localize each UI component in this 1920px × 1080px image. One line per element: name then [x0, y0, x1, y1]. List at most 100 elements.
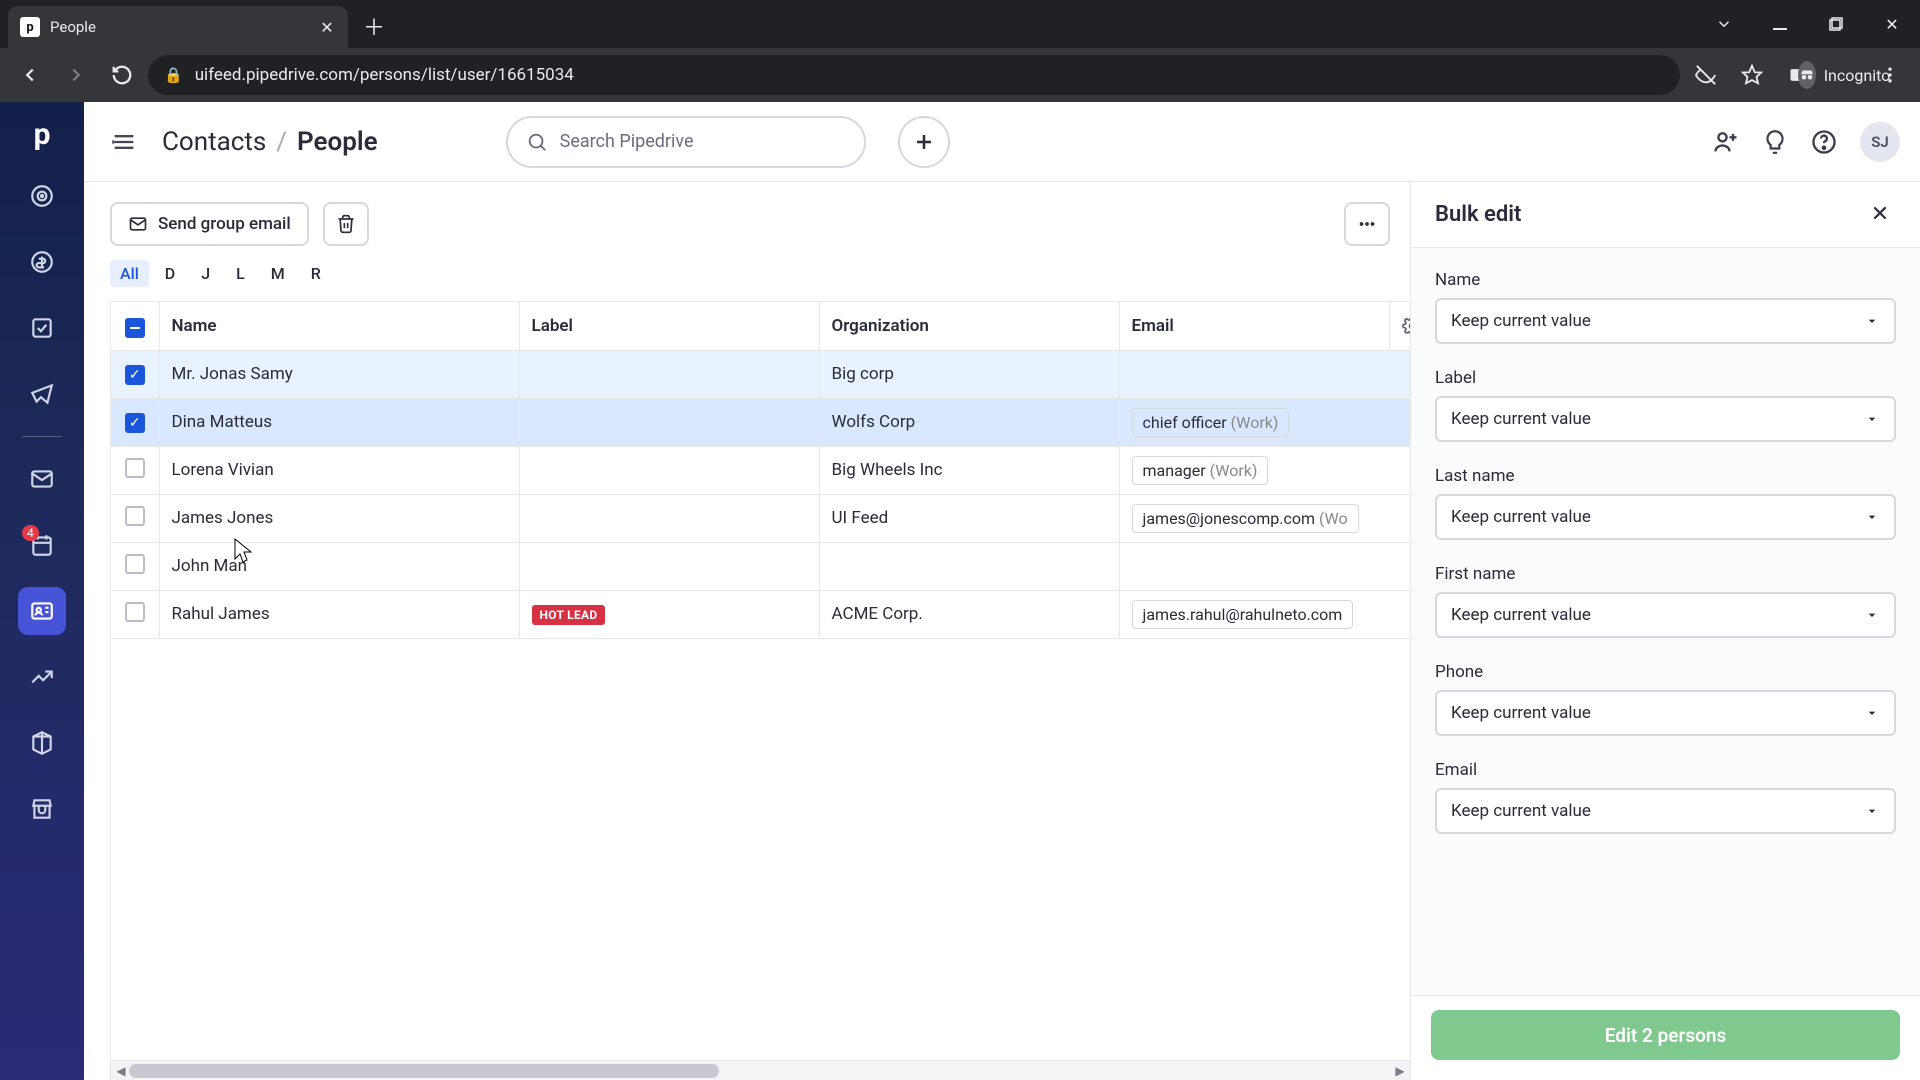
table-row[interactable]: ✓Mr. Jonas Samy Big corp: [111, 350, 1410, 398]
row-checkbox[interactable]: [111, 542, 159, 590]
bulk-field-phone: Phone Keep current value: [1435, 662, 1896, 736]
cell-org[interactable]: ACME Corp.: [819, 590, 1119, 638]
window-maximize-button[interactable]: [1808, 0, 1864, 48]
col-header-email[interactable]: Email: [1119, 302, 1389, 350]
bulk-edit-submit-button[interactable]: Edit 2 persons: [1431, 1010, 1900, 1060]
cell-org[interactable]: Big corp: [819, 350, 1119, 398]
horizontal-scrollbar[interactable]: ◀ ▶: [111, 1060, 1410, 1080]
cell-org[interactable]: Wolfs Corp: [819, 398, 1119, 446]
letter-filter-all[interactable]: All: [110, 260, 149, 287]
send-group-email-label: Send group email: [158, 214, 291, 234]
field-select[interactable]: Keep current value: [1435, 396, 1896, 442]
table-row[interactable]: John Man: [111, 542, 1410, 590]
col-header-org[interactable]: Organization: [819, 302, 1119, 350]
select-all-checkbox[interactable]: [111, 302, 159, 350]
cell-org[interactable]: [819, 542, 1119, 590]
assistant-button[interactable]: [1762, 129, 1788, 155]
scroll-right-icon[interactable]: ▶: [1390, 1061, 1410, 1080]
sidenav-item-leads[interactable]: [18, 172, 66, 220]
panel-close-button[interactable]: ✕: [1864, 199, 1896, 231]
letter-filter-r[interactable]: R: [301, 260, 331, 287]
sidenav-item-contacts[interactable]: [18, 587, 66, 635]
url-input[interactable]: 🔒 uifeed.pipedrive.com/persons/list/user…: [148, 55, 1680, 95]
cell-email[interactable]: james@jonescomp.com (Wo: [1119, 494, 1410, 542]
field-select[interactable]: Keep current value: [1435, 298, 1896, 344]
browser-menu-button[interactable]: [1870, 55, 1910, 95]
nav-forward-button[interactable]: [56, 55, 96, 95]
cell-name[interactable]: Lorena Vivian: [159, 446, 519, 494]
cell-label: [519, 494, 819, 542]
sidenav-item-insights[interactable]: [18, 653, 66, 701]
add-button[interactable]: [898, 116, 950, 168]
tab-close-button[interactable]: ✕: [318, 18, 336, 36]
letter-filter-d[interactable]: D: [155, 260, 185, 287]
field-select[interactable]: Keep current value: [1435, 788, 1896, 834]
sidenav-item-activities[interactable]: 4: [18, 521, 66, 569]
sidenav-item-campaigns[interactable]: [18, 370, 66, 418]
field-select[interactable]: Keep current value: [1435, 494, 1896, 540]
cell-name[interactable]: James Jones: [159, 494, 519, 542]
table-row[interactable]: Rahul JamesHOT LEADACME Corp.james.rahul…: [111, 590, 1410, 638]
row-checkbox[interactable]: ✓: [111, 350, 159, 398]
row-checkbox[interactable]: [111, 590, 159, 638]
bulk-edit-panel: Bulk edit ✕ Name Keep current value Labe…: [1410, 182, 1920, 1080]
table-row[interactable]: Lorena Vivian Big Wheels Incmanager (Work…: [111, 446, 1410, 494]
window-minimize-button[interactable]: [1752, 0, 1808, 48]
cell-name[interactable]: John Man: [159, 542, 519, 590]
avatar[interactable]: SJ: [1860, 122, 1900, 162]
chevron-down-icon: [1864, 803, 1880, 819]
field-select[interactable]: Keep current value: [1435, 690, 1896, 736]
sidenav-item-mail[interactable]: [18, 455, 66, 503]
sidenav-divider: [22, 436, 62, 437]
table-row[interactable]: ✓Dina Matteus Wolfs Corpchief officer (Wo…: [111, 398, 1410, 446]
browser-tab[interactable]: p People ✕: [8, 6, 348, 48]
sidenav-badge: 4: [22, 525, 39, 541]
more-actions-button[interactable]: [1344, 202, 1390, 246]
mail-icon: [128, 214, 148, 234]
cell-org[interactable]: Big Wheels Inc: [819, 446, 1119, 494]
incognito-indicator[interactable]: Incognito: [1824, 55, 1864, 95]
cell-name[interactable]: Rahul James: [159, 590, 519, 638]
row-checkbox[interactable]: [111, 446, 159, 494]
row-checkbox[interactable]: ✓: [111, 398, 159, 446]
help-button[interactable]: [1810, 128, 1838, 156]
cell-email[interactable]: manager (Work): [1119, 446, 1410, 494]
sidenav-item-projects[interactable]: [18, 304, 66, 352]
col-header-name[interactable]: Name: [159, 302, 519, 350]
new-tab-button[interactable]: ＋: [356, 8, 392, 44]
breadcrumb-root[interactable]: Contacts: [162, 127, 266, 157]
cell-org[interactable]: UI Feed: [819, 494, 1119, 542]
delete-button[interactable]: [323, 202, 369, 246]
letter-filter-l[interactable]: L: [226, 260, 255, 287]
sidenav-item-deals[interactable]: [18, 238, 66, 286]
sidebar-toggle-button[interactable]: [104, 122, 144, 162]
app-logo-icon[interactable]: p: [22, 114, 62, 154]
cell-name[interactable]: Dina Matteus: [159, 398, 519, 446]
cell-email[interactable]: chief officer (Work): [1119, 398, 1410, 446]
scrollbar-thumb[interactable]: [129, 1064, 719, 1078]
field-select[interactable]: Keep current value: [1435, 592, 1896, 638]
tabs-dropdown-icon[interactable]: [1696, 0, 1752, 48]
cell-name[interactable]: Mr. Jonas Samy: [159, 350, 519, 398]
cell-email[interactable]: james.rahul@rahulneto.com: [1119, 590, 1410, 638]
row-checkbox[interactable]: [111, 494, 159, 542]
window-close-button[interactable]: ✕: [1864, 0, 1920, 48]
search-input[interactable]: Search Pipedrive: [506, 116, 866, 168]
col-header-label[interactable]: Label: [519, 302, 819, 350]
table-row[interactable]: James Jones UI Feedjames@jonescomp.com (W…: [111, 494, 1410, 542]
bulk-field-last-name: Last name Keep current value: [1435, 466, 1896, 540]
table-settings-button[interactable]: [1389, 302, 1410, 350]
gear-icon: [1402, 316, 1411, 336]
invite-users-button[interactable]: [1712, 128, 1740, 156]
letter-filter-j[interactable]: J: [191, 260, 220, 287]
scroll-left-icon[interactable]: ◀: [111, 1061, 131, 1080]
send-group-email-button[interactable]: Send group email: [110, 202, 309, 246]
bookmark-icon[interactable]: [1732, 55, 1772, 95]
letter-filter-m[interactable]: M: [261, 260, 295, 287]
sidenav-item-products[interactable]: [18, 719, 66, 767]
eye-off-icon[interactable]: [1686, 55, 1726, 95]
sidenav-item-marketplace[interactable]: [18, 785, 66, 833]
nav-reload-button[interactable]: [102, 55, 142, 95]
nav-back-button[interactable]: [10, 55, 50, 95]
panel-title: Bulk edit: [1435, 202, 1521, 227]
